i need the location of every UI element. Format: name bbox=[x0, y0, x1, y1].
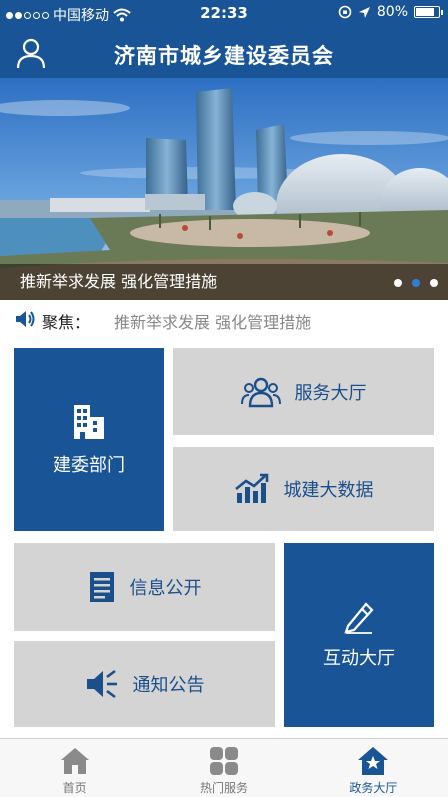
tab-hot-services-label: 热门服务 bbox=[199, 781, 248, 795]
hall-icon bbox=[358, 747, 389, 775]
nav-bar: 济南市城乡建设委员会 bbox=[0, 28, 448, 78]
big-data-tile[interactable]: 城建大数据 bbox=[173, 447, 434, 531]
home-icon bbox=[60, 748, 89, 774]
ticker-headline[interactable]: 推新举求发展 强化管理措施 bbox=[114, 309, 311, 333]
location-icon bbox=[358, 6, 370, 18]
construction-dept-tile[interactable]: 建委部门 bbox=[14, 348, 164, 531]
interaction-hall-label: 互动大厅 bbox=[323, 648, 395, 669]
tab-hot-services[interactable]: 热门服务 bbox=[149, 739, 298, 797]
grid-icon bbox=[209, 747, 238, 775]
notice-label: 通知公告 bbox=[132, 675, 205, 696]
banner-caption[interactable]: 推新举求发展 强化管理措施 bbox=[0, 264, 448, 300]
banner-carousel[interactable]: 推新举求发展 强化管理措施 bbox=[0, 78, 448, 300]
status-right: 80% bbox=[338, 4, 443, 20]
pen-icon bbox=[344, 602, 374, 634]
battery-percent: 80% bbox=[376, 4, 408, 20]
tab-home-label: 首页 bbox=[62, 781, 87, 795]
speaker-icon bbox=[16, 311, 35, 327]
carousel-dot[interactable] bbox=[394, 279, 402, 287]
carousel-dot-active[interactable] bbox=[412, 279, 420, 287]
tab-home[interactable]: 首页 bbox=[0, 739, 149, 797]
ticker-label: 聚焦： bbox=[42, 313, 91, 332]
info-public-label: 信息公开 bbox=[129, 578, 202, 599]
page-title: 济南市城乡建设委员会 bbox=[114, 44, 334, 68]
big-data-label: 城建大数据 bbox=[283, 480, 374, 501]
battery-icon bbox=[414, 6, 443, 18]
chart-icon bbox=[234, 473, 268, 503]
carousel-indicators bbox=[394, 279, 438, 287]
news-ticker[interactable]: 聚焦： 推新举求发展 强化管理措施 bbox=[0, 300, 448, 338]
people-icon bbox=[240, 377, 281, 407]
tab-government-hall-label: 政务大厅 bbox=[349, 781, 398, 795]
construction-dept-label: 建委部门 bbox=[53, 454, 125, 476]
megaphone-icon bbox=[86, 669, 117, 699]
status-bar: 中国移动 22:33 80% bbox=[0, 0, 448, 28]
carousel-dot[interactable] bbox=[430, 279, 438, 287]
interaction-hall-tile[interactable]: 互动大厅 bbox=[284, 543, 434, 727]
service-hall-tile[interactable]: 服务大厅 bbox=[173, 348, 434, 435]
building-icon bbox=[74, 404, 104, 439]
rotation-lock-icon bbox=[338, 5, 352, 19]
notice-tile[interactable]: 通知公告 bbox=[14, 641, 275, 727]
document-icon bbox=[89, 572, 114, 602]
info-public-tile[interactable]: 信息公开 bbox=[14, 543, 275, 631]
tab-government-hall[interactable]: 政务大厅 bbox=[299, 739, 448, 797]
tab-bar: 首页 热门服务 政务大厅 bbox=[0, 738, 448, 797]
service-hall-label: 服务大厅 bbox=[294, 382, 367, 404]
